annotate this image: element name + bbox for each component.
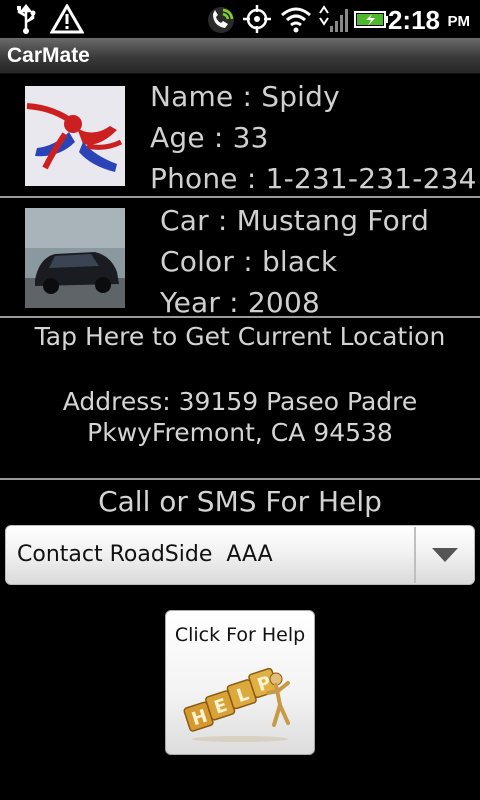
get-location-button[interactable]: Tap Here to Get Current Location Address… <box>0 320 480 476</box>
phone-icon <box>208 7 234 33</box>
get-location-label: Tap Here to Get Current Location <box>34 322 446 351</box>
spiderman-avatar <box>25 86 125 186</box>
click-for-help-button[interactable]: Click For Help H E L P <box>165 610 315 755</box>
gps-icon <box>243 5 271 33</box>
person-photo <box>25 86 125 186</box>
car-color: Color : black <box>160 245 338 278</box>
help-graphic-icon: H E L P <box>183 667 290 742</box>
help-heading: Call or SMS For Help <box>98 485 382 518</box>
person-phone: Phone : 1-231-231-234 <box>150 162 477 195</box>
car-photo <box>25 208 125 308</box>
wifi-icon <box>281 7 311 33</box>
contact-selected-value: Contact RoadSide AAA <box>17 542 273 567</box>
address-text: Address: 39159 Paseo Padre PkwyFremont, … <box>0 386 480 448</box>
car-photo-frame <box>25 208 125 308</box>
car-year: Year : 2008 <box>160 286 320 319</box>
app-title-bar: CarMate <box>0 38 480 74</box>
help-button-label: Click For Help <box>174 624 306 646</box>
address-line-2: PkwyFremont, CA 94538 <box>87 418 393 447</box>
status-bar: 2:18 PM <box>0 0 480 38</box>
clock-ampm: PM <box>447 13 471 30</box>
address-line-1: Address: 39159 Paseo Padre <box>62 387 418 416</box>
person-age: Age : 33 <box>150 121 269 154</box>
battery-icon <box>354 11 388 28</box>
warning-icon <box>50 4 84 34</box>
car-model: Car : Mustang Ford <box>160 204 430 237</box>
person-name: Name : Spidy <box>150 80 340 113</box>
divider <box>0 196 480 198</box>
app-title: CarMate <box>7 44 90 67</box>
divider <box>0 478 480 480</box>
contact-spinner[interactable]: Contact RoadSide AAA <box>5 525 475 585</box>
signal-icon <box>319 5 348 32</box>
clock: 2:18 <box>387 5 440 35</box>
chevron-down-icon[interactable] <box>416 526 474 584</box>
usb-icon <box>17 4 36 34</box>
divider <box>0 316 480 318</box>
